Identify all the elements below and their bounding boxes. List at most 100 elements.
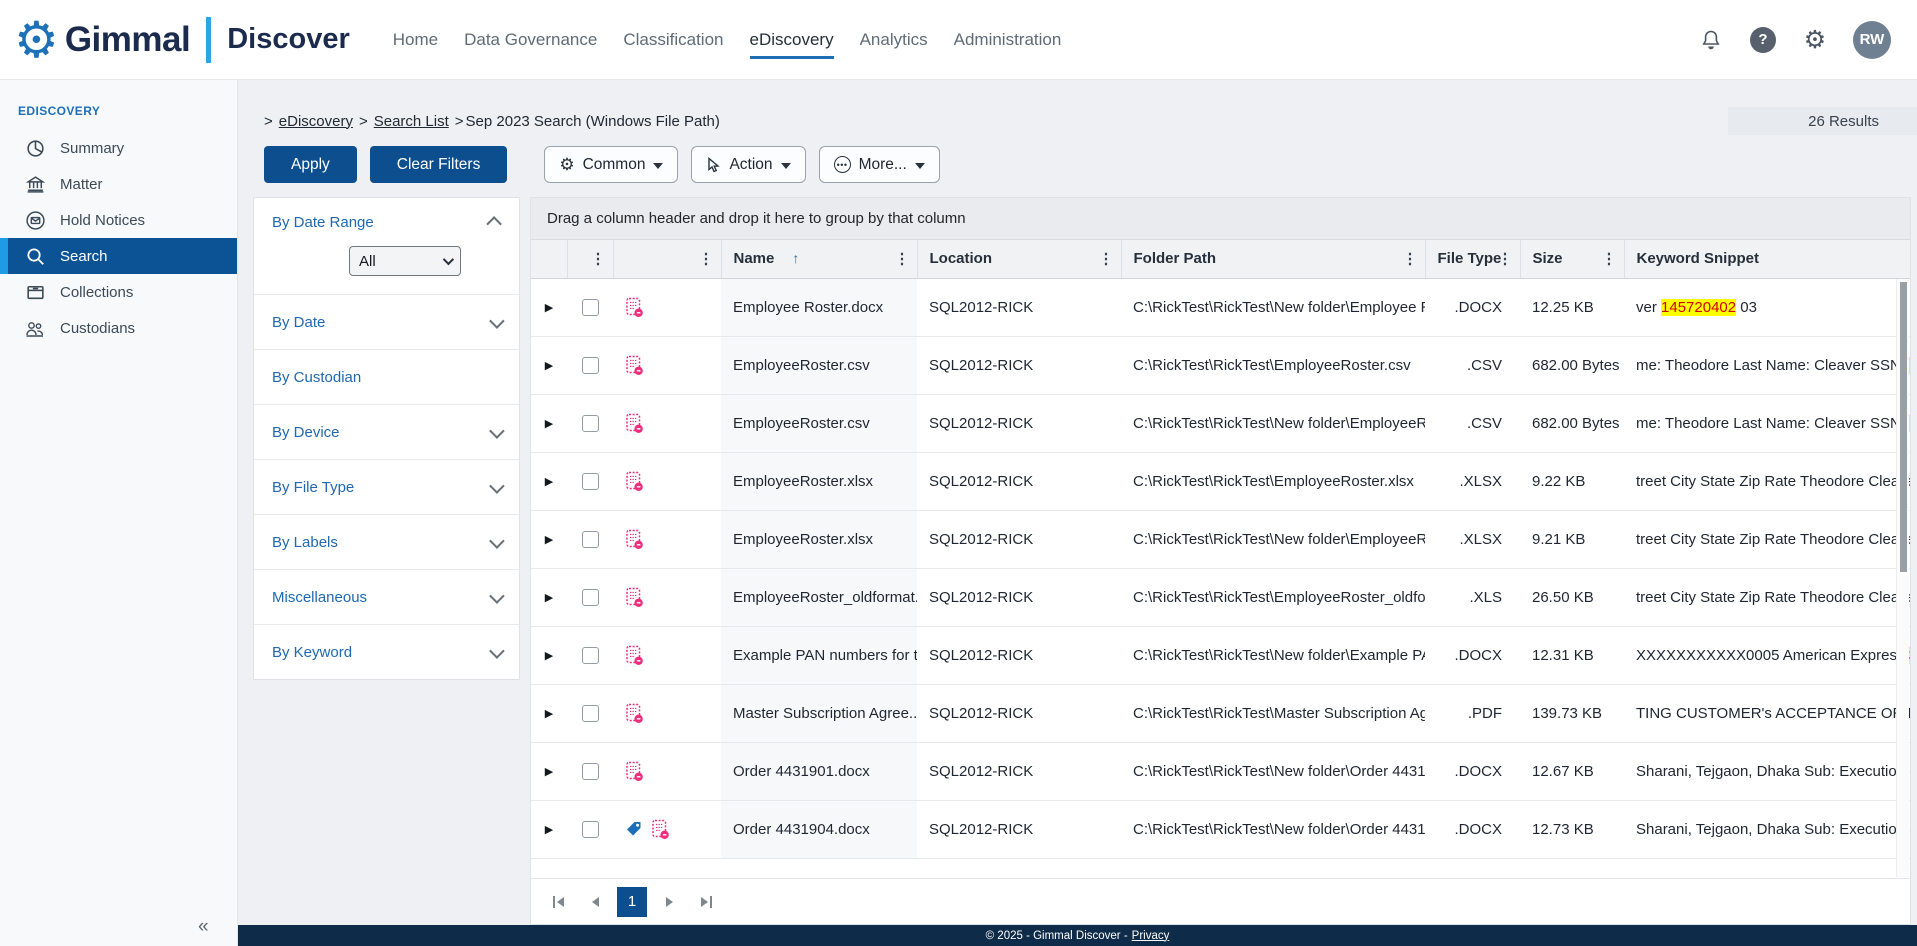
previous-page-button[interactable]	[580, 887, 610, 917]
action-dropdown-button[interactable]: Action	[691, 146, 805, 183]
row-expand-arrow-icon[interactable]: ▶	[531, 684, 567, 742]
filter-section-toggle[interactable]: Miscellaneous	[272, 570, 501, 624]
breadcrumb-sep: >	[359, 113, 368, 130]
user-avatar[interactable]: RW	[1853, 21, 1891, 59]
snippet-text: 03	[1736, 299, 1757, 316]
privacy-link[interactable]: Privacy	[1132, 930, 1170, 942]
filter-section-toggle[interactable]: By File Type	[272, 460, 501, 514]
table-row[interactable]: ▶EmployeeRoster.xlsxSQL2012-RICKC:\RickT…	[531, 452, 1910, 510]
location-column-header[interactable]: Location⋮	[917, 240, 1121, 278]
nav-home[interactable]: Home	[393, 0, 438, 79]
keyword-snippet-column-header[interactable]: Keyword Snippet	[1624, 240, 1910, 278]
table-row[interactable]: ▶Order 4431901.docxSQL2012-RICKC:\RickTe…	[531, 742, 1910, 800]
column-menu-icon[interactable]: ⋮	[1498, 251, 1513, 266]
filter-section-toggle[interactable]: By Keyword	[272, 625, 501, 679]
row-checkbox[interactable]	[582, 299, 599, 316]
snippet-text: ver	[1636, 299, 1661, 316]
chevron-down-icon	[653, 163, 663, 169]
table-row[interactable]: ▶Employee Roster.docxSQL2012-RICKC:\Rick…	[531, 278, 1910, 336]
filter-section-toggle[interactable]: By Date	[272, 295, 501, 349]
sidebar-item-search[interactable]: Search	[0, 238, 237, 274]
sidebar-item-collections[interactable]: Collections	[0, 274, 237, 310]
nav-ediscovery[interactable]: eDiscovery	[750, 0, 834, 79]
column-menu-icon[interactable]: ⋮	[699, 251, 714, 266]
more-dropdown-button[interactable]: ••• More...	[819, 146, 940, 183]
next-page-button[interactable]	[654, 887, 684, 917]
icons-column-header[interactable]: ⋮	[613, 240, 721, 278]
row-checkbox[interactable]	[582, 647, 599, 664]
scrollbar-thumb[interactable]	[1900, 282, 1907, 572]
row-checkbox[interactable]	[582, 821, 599, 838]
apply-button[interactable]: Apply	[264, 146, 357, 183]
filter-section-toggle[interactable]: By Device	[272, 405, 501, 459]
row-expand-arrow-icon[interactable]: ▶	[531, 568, 567, 626]
tag-icon	[625, 820, 643, 838]
row-checkbox[interactable]	[582, 473, 599, 490]
row-expand-arrow-icon[interactable]: ▶	[531, 394, 567, 452]
row-checkbox[interactable]	[582, 415, 599, 432]
row-expand-arrow-icon[interactable]: ▶	[531, 452, 567, 510]
vertical-scrollbar[interactable]	[1896, 279, 1909, 877]
filter-section-toggle[interactable]: By Custodian	[272, 350, 501, 404]
row-expand-arrow-icon[interactable]: ▶	[531, 742, 567, 800]
table-row[interactable]: ▶Master Subscription Agree...SQL2012-RIC…	[531, 684, 1910, 742]
nav-administration[interactable]: Administration	[954, 0, 1062, 79]
clear-filters-button[interactable]: Clear Filters	[370, 146, 508, 183]
row-expand-arrow-icon[interactable]: ▶	[531, 800, 567, 858]
row-checkbox[interactable]	[582, 357, 599, 374]
nav-classification[interactable]: Classification	[623, 0, 723, 79]
current-page-button[interactable]: 1	[617, 887, 647, 917]
filter-section-toggle[interactable]: By Labels	[272, 515, 501, 569]
table-row[interactable]: ▶Example PAN numbers for t...SQL2012-RIC…	[531, 626, 1910, 684]
date-range-select[interactable]: All	[349, 246, 461, 276]
row-checkbox[interactable]	[582, 531, 599, 548]
row-expand-arrow-icon[interactable]: ▶	[531, 510, 567, 568]
sidebar-item-hold-notices[interactable]: Hold Notices	[0, 202, 237, 238]
common-dropdown-button[interactable]: ⚙ Common	[544, 146, 678, 183]
filter-section-label: Miscellaneous	[272, 589, 367, 606]
row-expand-arrow-icon[interactable]: ▶	[531, 278, 567, 336]
row-checkbox[interactable]	[582, 589, 599, 606]
table-row[interactable]: ▶EmployeeRoster_oldformat....SQL2012-RIC…	[531, 568, 1910, 626]
document-flag-icon	[625, 645, 644, 666]
table-row[interactable]: ▶Order 4431904.docxSQL2012-RICKC:\RickTe…	[531, 800, 1910, 858]
cell-name: Employee Roster.docx	[721, 278, 917, 336]
row-checkbox[interactable]	[582, 705, 599, 722]
first-page-button[interactable]	[543, 887, 573, 917]
sidebar-collapse-button[interactable]: «	[198, 916, 209, 938]
nav-analytics[interactable]: Analytics	[860, 0, 928, 79]
help-icon[interactable]: ?	[1749, 26, 1777, 54]
folder-path-column-header[interactable]: Folder Path⋮	[1121, 240, 1425, 278]
nav-data-governance[interactable]: Data Governance	[464, 0, 597, 79]
settings-gear-icon[interactable]: ⚙	[1801, 26, 1829, 54]
notifications-bell-icon[interactable]	[1697, 26, 1725, 54]
main-content: > eDiscovery > Search List > Sep 2023 Se…	[238, 80, 1917, 946]
last-page-button[interactable]	[691, 887, 721, 917]
select-column-header[interactable]: ⋮	[567, 240, 613, 278]
column-menu-icon[interactable]: ⋮	[591, 251, 606, 266]
chevron-down-icon	[489, 313, 505, 329]
row-checkbox[interactable]	[582, 763, 599, 780]
row-expand-arrow-icon[interactable]: ▶	[531, 626, 567, 684]
cell-file-type: .XLSX	[1425, 510, 1520, 568]
file-type-column-header[interactable]: File Type⋮	[1425, 240, 1520, 278]
column-menu-icon[interactable]: ⋮	[1602, 251, 1617, 266]
sidebar-item-matter[interactable]: Matter	[0, 166, 237, 202]
table-row[interactable]: ▶EmployeeRoster.csvSQL2012-RICKC:\RickTe…	[531, 336, 1910, 394]
table-row[interactable]: ▶EmployeeRoster.xlsxSQL2012-RICKC:\RickT…	[531, 510, 1910, 568]
column-menu-icon[interactable]: ⋮	[1403, 251, 1418, 266]
name-column-header[interactable]: Name↑⋮	[721, 240, 917, 278]
sidebar-item-custodians[interactable]: Custodians	[0, 310, 237, 346]
table-row[interactable]: ▶EmployeeRoster.csvSQL2012-RICKC:\RickTe…	[531, 394, 1910, 452]
filter-section-label: By Keyword	[272, 644, 352, 661]
breadcrumb-link-search-list[interactable]: Search List	[374, 113, 449, 130]
size-column-header[interactable]: Size⋮	[1520, 240, 1624, 278]
column-menu-icon[interactable]: ⋮	[1099, 251, 1114, 266]
column-menu-icon[interactable]: ⋮	[895, 251, 910, 266]
filter-section-toggle[interactable]: By Date Range	[272, 198, 501, 246]
sidebar-item-summary[interactable]: Summary	[0, 130, 237, 166]
breadcrumb-link-ediscovery[interactable]: eDiscovery	[279, 113, 353, 130]
chevron-down-icon	[489, 423, 505, 439]
cell-keyword-snippet: ver 145720402 03	[1624, 278, 1910, 336]
row-expand-arrow-icon[interactable]: ▶	[531, 336, 567, 394]
